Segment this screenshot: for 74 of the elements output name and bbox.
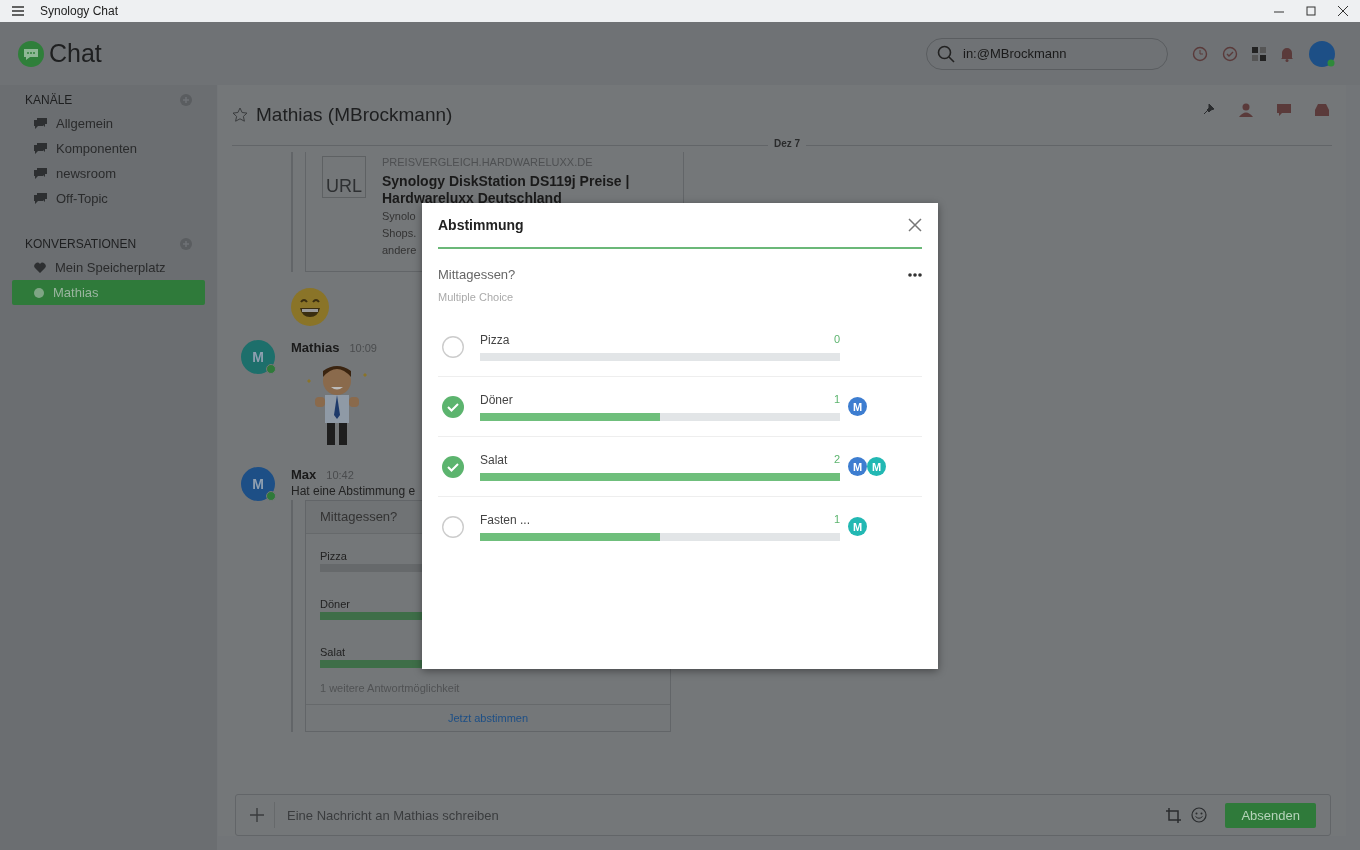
search-icon [937,44,955,63]
poll-option-label: Salat [320,646,346,658]
plus-icon[interactable] [250,808,264,822]
search-field[interactable]: in:@MBrockmann [963,46,1123,61]
inbox-icon[interactable] [1314,102,1330,118]
empty-circle-icon[interactable] [442,515,464,538]
voter-avatar[interactable]: M [848,397,867,416]
star-icon[interactable] [232,107,248,123]
checked-circle-icon[interactable] [442,395,464,418]
poll-option-label: Pizza [480,332,510,347]
bell-icon[interactable] [1280,45,1294,62]
poll-type: Multiple Choice [438,291,515,303]
chat-logo-icon [17,39,45,68]
heart-icon [34,262,46,273]
section-title: KANÄLE [25,93,73,107]
user-avatar-icon[interactable] [1308,39,1336,68]
voter-avatar[interactable]: M [848,517,867,536]
composer-bar[interactable]: Eine Nachricht an Mathias schreiben Absenden [235,794,1331,836]
send-button[interactable]: Absenden [1225,802,1316,828]
link-description: andere [382,243,417,258]
message-input-field[interactable]: Eine Nachricht an Mathias schreiben [285,806,1157,824]
status-dot-icon [34,287,44,298]
menu-icon[interactable] [12,6,24,16]
chat-bubbles-icon [34,118,47,129]
author-name: Mathias [291,340,340,355]
sidebar-item[interactable]: Allgemein [12,111,205,136]
link-title: Synology DiskStation DS119j Preise | Hardwareluxx Deutschland [382,173,631,207]
author-name: Max [291,467,317,482]
vote-count: 1 [833,512,840,527]
clock-icon[interactable] [1192,45,1208,62]
poll-option-label: Salat [480,452,508,467]
checked-circle-icon[interactable] [442,455,464,478]
vote-count: 2 [833,452,840,467]
poll-option-label: Döner [320,598,350,610]
link-description: Shops. [382,226,417,241]
date-label: Dez 7 [768,138,807,149]
url-thumbnail: URL [322,156,366,198]
link-description: Synolo [382,209,416,224]
chat-bubbles-icon [34,193,47,204]
sidebar-item[interactable]: Off-Topic [12,186,205,211]
smiley-icon[interactable] [1191,807,1208,823]
sidebar-item[interactable]: Mein Speicherplatz [12,255,205,280]
empty-circle-icon[interactable] [442,335,464,358]
poll-option-label: Döner [480,392,513,407]
chat-title: Mathias (MBrockmann) [256,104,453,126]
close-icon[interactable] [1338,6,1348,16]
chat-bubbles-icon [34,143,47,154]
chat-bubbles-icon [34,168,47,179]
message-icon[interactable] [1276,102,1292,118]
vote-count: 1 [833,392,840,407]
sidebar-item[interactable]: Mathias [12,280,205,305]
voter-avatar[interactable]: M [848,457,867,476]
message-text: Hat eine Abstimmung e [291,484,416,498]
grinning-emoji-icon [291,288,329,326]
section-title: KONVERSATIONEN [25,237,137,251]
user-avatar[interactable]: M [241,340,275,374]
sidebar-item[interactable]: newsroom [12,161,205,186]
vote-now-link[interactable]: Jetzt abstimmen [447,712,529,724]
crop-icon[interactable] [1166,807,1182,823]
poll-option-label: Fasten ... [480,512,531,527]
app-logo-text: Chat [49,39,102,68]
vote-count: 0 [833,332,840,347]
person-icon[interactable] [1238,102,1254,118]
poll-option-label: Pizza [320,550,347,562]
dialog-title: Abstimmung [438,217,524,233]
window-title: Synology Chat [40,4,119,18]
more-icon[interactable] [908,272,922,277]
maximize-icon[interactable] [1306,6,1316,16]
sidebar-item[interactable]: Komponenten [12,136,205,161]
user-avatar[interactable]: M [241,467,275,501]
check-circle-icon[interactable] [1222,45,1238,62]
poll-question: Mittagessen? [438,267,516,282]
apps-icon[interactable] [1252,46,1266,61]
voter-avatar[interactable]: M [867,457,886,476]
